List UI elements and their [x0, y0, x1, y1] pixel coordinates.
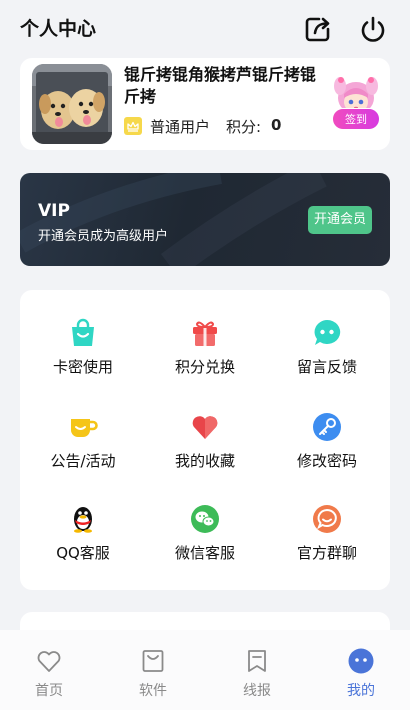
menu-label: 公告/活动: [50, 452, 116, 470]
menu-item-wechat-support[interactable]: 微信客服: [145, 504, 265, 584]
menu-item-qq-support[interactable]: QQ客服: [23, 504, 143, 584]
top-bar: 个人中心: [0, 0, 410, 58]
cup-icon: [68, 412, 98, 442]
signin-button[interactable]: 签到: [332, 108, 380, 130]
power-icon[interactable]: [358, 14, 388, 44]
menu-label: 卡密使用: [52, 358, 113, 376]
tab-software[interactable]: 软件: [123, 648, 183, 704]
menu-item-points-exchange[interactable]: 积分兑换: [145, 318, 265, 398]
menu-label: 我的收藏: [174, 452, 235, 470]
shopping-bag-icon: [68, 318, 98, 348]
points-label: 积分:: [226, 118, 262, 136]
menu-label: QQ客服: [56, 544, 110, 562]
avatar[interactable]: [32, 64, 112, 144]
bookmark-outline-icon: [244, 648, 270, 674]
tab-label: 软件: [139, 683, 167, 699]
menu-item-card-redeem[interactable]: 卡密使用: [23, 318, 143, 398]
menu-item-change-password[interactable]: 修改密码: [267, 412, 387, 492]
menu-item-feedback[interactable]: 留言反馈: [267, 318, 387, 398]
nickname: 锟斤拷锟角猴拷芦锟斤拷锟斤拷: [124, 65, 317, 106]
open-vip-button[interactable]: 开通会员: [308, 206, 372, 234]
key-icon: [312, 412, 342, 442]
bottom-tab-bar: 首页 软件 线报 我的: [0, 630, 410, 710]
vip-title: VIP: [38, 201, 70, 221]
profile-card[interactable]: 锟斤拷锟角猴拷芦锟斤拷锟斤拷 普通用户 积分: 0 签到: [20, 58, 390, 150]
tab-label: 线报: [243, 683, 271, 699]
user-level: 普通用户: [150, 118, 211, 136]
menu-label: 积分兑换: [174, 358, 235, 376]
crown-icon: [124, 117, 142, 135]
signin-widget[interactable]: 签到: [330, 72, 382, 130]
menu-item-announcement[interactable]: 公告/活动: [23, 412, 143, 492]
menu-label: 留言反馈: [296, 358, 357, 376]
gift-icon: [190, 318, 220, 348]
menu-item-favorites[interactable]: 我的收藏: [145, 412, 265, 492]
tab-mine[interactable]: 我的: [331, 648, 391, 704]
vip-subtitle: 开通会员成为高级用户: [38, 229, 169, 244]
menu-label: 官方群聊: [296, 544, 357, 562]
menu-label: 修改密码: [296, 452, 357, 470]
menu-item-official-group[interactable]: 官方群聊: [267, 504, 387, 584]
heart-outline-icon: [36, 648, 62, 674]
bag-outline-icon: [140, 648, 166, 674]
qq-penguin-icon: [68, 504, 98, 534]
share-icon[interactable]: [303, 14, 333, 44]
feature-menu: 卡密使用 积分兑换 留言反馈 公告/活动 我的收藏 修改密码 QQ客服 微信客服…: [20, 290, 390, 590]
tab-home[interactable]: 首页: [19, 648, 79, 704]
face-icon: [348, 648, 374, 674]
page-title: 个人中心: [20, 18, 97, 40]
menu-label: 微信客服: [174, 544, 235, 562]
heart-icon: [190, 412, 220, 442]
group-chat-icon: [312, 504, 342, 534]
tab-deals[interactable]: 线报: [227, 648, 287, 704]
chat-bubble-icon: [312, 318, 342, 348]
points-value: 0: [271, 116, 282, 134]
wechat-icon: [190, 504, 220, 534]
tab-label: 首页: [35, 683, 63, 699]
tab-label: 我的: [347, 683, 375, 699]
vip-banner[interactable]: VIP 开通会员成为高级用户 开通会员: [20, 173, 390, 266]
